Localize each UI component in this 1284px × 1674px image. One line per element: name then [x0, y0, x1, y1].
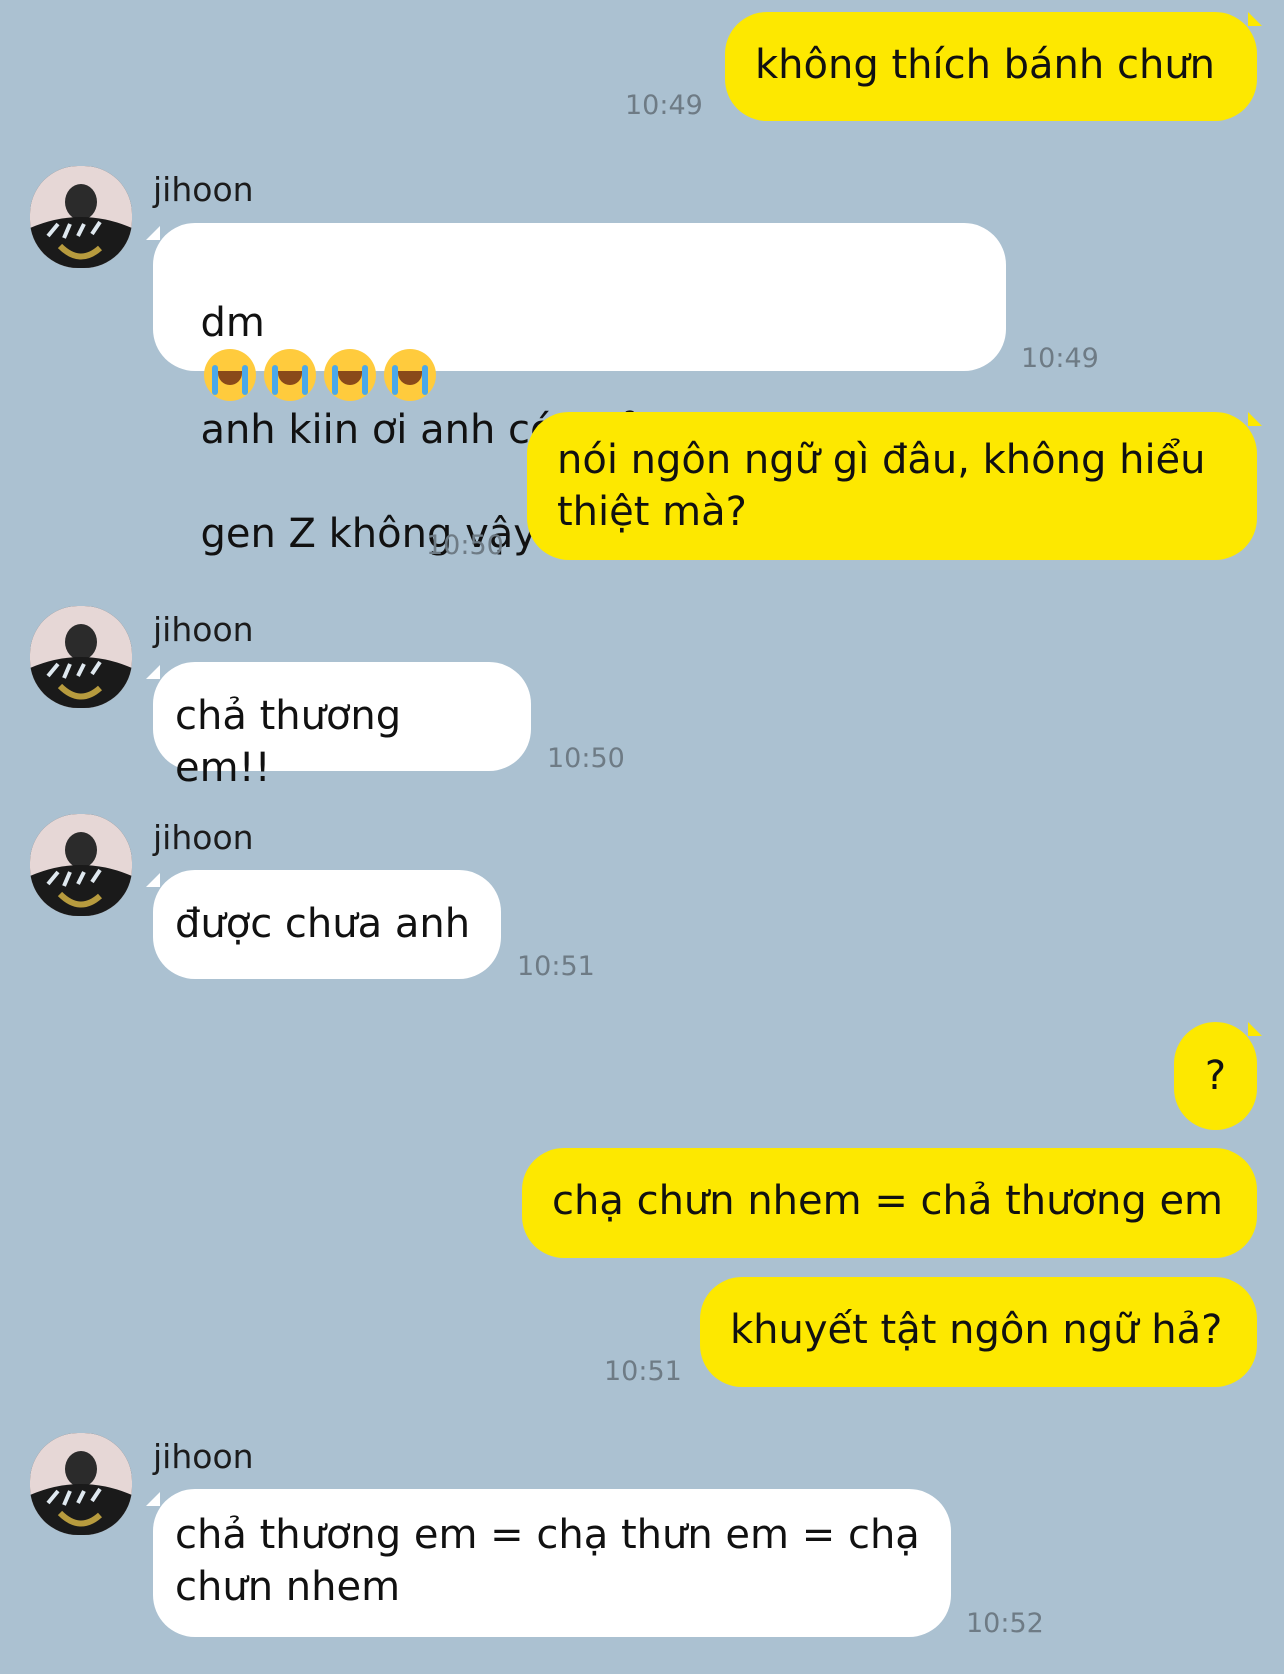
message-timestamp: 10:51 [517, 951, 595, 982]
bubble-tail [1248, 412, 1262, 426]
bubble-tail [146, 1492, 160, 1506]
incoming-message[interactable]: dm anh kiin ơi anh có phải gen Z không v… [153, 223, 1006, 557]
crying-emoji-icon [384, 349, 437, 401]
avatar-image [30, 606, 132, 708]
message-text: dm [200, 300, 265, 346]
outgoing-message[interactable]: không thích bánh chưn [725, 12, 1257, 121]
avatar-image [30, 166, 132, 268]
outgoing-message[interactable]: khuyết tật ngôn ngữ hả? [700, 1277, 1257, 1387]
message-timestamp: 10:49 [625, 90, 703, 121]
message-timestamp: 10:51 [604, 1356, 682, 1387]
crying-emoji-icon [204, 349, 257, 401]
bubble-tail [146, 226, 160, 240]
outgoing-message[interactable]: chạ chưn nhem = chả thương em [522, 1148, 1257, 1258]
message-timestamp: 10:50 [426, 530, 504, 561]
contact-avatar[interactable] [30, 1433, 132, 1535]
message-timestamp: 10:50 [547, 743, 625, 774]
message-timestamp: 10:52 [966, 1608, 1044, 1639]
sender-name: jihoon [153, 610, 254, 649]
sender-name: jihoon [153, 818, 254, 857]
crying-emoji-icon [324, 349, 377, 401]
crying-emoji-icon [264, 349, 317, 401]
contact-avatar[interactable] [30, 814, 132, 916]
message-timestamp: 10:49 [1021, 343, 1099, 374]
incoming-message[interactable]: chả thương em = chạ thưn em = chạ chưn n… [153, 1489, 951, 1637]
incoming-message[interactable]: chả thương em!! [153, 662, 531, 791]
bubble-tail [1248, 12, 1262, 26]
avatar-image [30, 814, 132, 916]
outgoing-message[interactable]: ? [1174, 1022, 1257, 1130]
sender-name: jihoon [153, 1437, 254, 1476]
avatar-image [30, 1433, 132, 1535]
incoming-message[interactable]: được chưa anh [153, 870, 501, 979]
bubble-tail [1248, 1022, 1262, 1036]
bubble-tail [146, 873, 160, 887]
contact-avatar[interactable] [30, 166, 132, 268]
bubble-tail [146, 665, 160, 679]
sender-name: jihoon [153, 170, 254, 209]
contact-avatar[interactable] [30, 606, 132, 708]
outgoing-message[interactable]: nói ngôn ngữ gì đâu, không hiểu thiệt mà… [527, 412, 1257, 560]
